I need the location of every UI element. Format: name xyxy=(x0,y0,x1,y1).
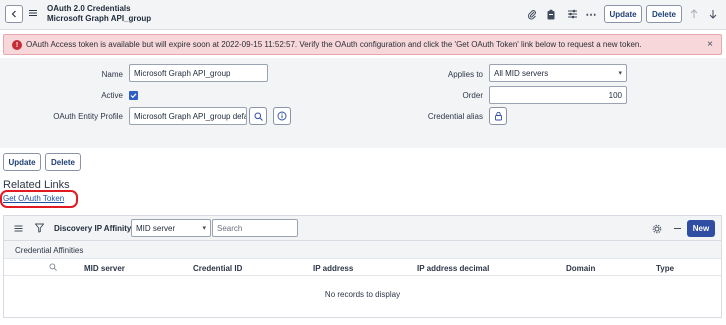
clipboard-icon[interactable] xyxy=(545,8,557,20)
credential-form: Name Microsoft Graph API_group Active OA… xyxy=(0,58,726,171)
order-label: Order xyxy=(462,91,483,100)
column-ip-address[interactable]: IP address xyxy=(313,264,353,273)
record-name-title: Microsoft Graph API_group xyxy=(47,14,152,23)
credential-alias-label: Credential alias xyxy=(427,112,483,121)
oauth-entity-profile-label: OAuth Entity Profile xyxy=(53,112,123,121)
credential-alias-button[interactable] xyxy=(489,107,507,125)
column-header-row: MID server Credential ID IP address IP a… xyxy=(4,258,721,276)
column-type[interactable]: Type xyxy=(656,264,674,273)
more-icon[interactable]: ⋯ xyxy=(585,8,597,21)
name-label: Name xyxy=(101,70,123,79)
empty-list-message: No records to display xyxy=(324,290,401,299)
name-input[interactable]: Microsoft Graph API_group xyxy=(129,64,268,82)
back-button[interactable] xyxy=(5,5,23,23)
paperclip-icon[interactable] xyxy=(526,8,538,20)
alert-message: OAuth Access token is available but will… xyxy=(26,40,642,49)
search-field-select[interactable]: MID server ▾ xyxy=(131,219,211,237)
bottom-update-button[interactable]: Update xyxy=(3,153,41,171)
hamburger-menu-icon[interactable] xyxy=(28,8,38,18)
form-header: OAuth 2.0 Credentials Microsoft Graph AP… xyxy=(0,0,726,30)
sliders-icon[interactable] xyxy=(566,8,578,20)
close-icon[interactable]: × xyxy=(707,39,713,50)
column-credential-id[interactable]: Credential ID xyxy=(193,264,242,273)
applies-to-value: All MID servers xyxy=(494,69,549,78)
get-oauth-token-link[interactable]: Get OAuth Token xyxy=(3,194,64,203)
applies-to-select[interactable]: All MID servers ▾ xyxy=(489,64,627,82)
error-icon: ! xyxy=(12,40,22,50)
record-type-title: OAuth 2.0 Credentials xyxy=(47,4,131,13)
gear-icon[interactable] xyxy=(652,224,662,234)
order-input[interactable]: 100 xyxy=(489,86,627,104)
lock-icon xyxy=(494,111,502,121)
arrow-down-icon[interactable] xyxy=(707,8,719,20)
token-expiry-alert: ! OAuth Access token is available but wi… xyxy=(3,34,722,55)
arrow-up-icon[interactable] xyxy=(688,8,700,20)
hamburger-menu-icon[interactable] xyxy=(14,224,23,233)
column-ip-address-decimal[interactable]: IP address decimal xyxy=(417,264,489,273)
column-mid-server[interactable]: MID server xyxy=(84,264,125,273)
search-icon[interactable] xyxy=(49,263,57,271)
applies-to-label: Applies to xyxy=(447,70,483,79)
delete-button[interactable]: Delete xyxy=(646,5,682,23)
new-button[interactable]: New xyxy=(687,220,715,237)
list-header: Discovery IP Affinity MID server ▾ Searc… xyxy=(4,216,721,241)
list-title: Discovery IP Affinity xyxy=(54,224,132,233)
filter-icon[interactable] xyxy=(35,223,44,233)
info-icon xyxy=(277,111,287,121)
active-checkbox[interactable] xyxy=(129,91,138,100)
search-icon xyxy=(254,112,263,121)
reference-lookup-button[interactable] xyxy=(249,107,267,125)
search-input[interactable]: Search xyxy=(212,219,298,237)
column-domain[interactable]: Domain xyxy=(566,264,595,273)
active-label: Active xyxy=(101,91,123,100)
checkmark-icon xyxy=(130,93,137,99)
search-field-value: MID server xyxy=(136,224,176,233)
list-subtitle: Credential Affinities xyxy=(15,246,84,255)
bottom-delete-button[interactable]: Delete xyxy=(45,153,81,171)
discovery-ip-affinity-list: Discovery IP Affinity MID server ▾ Searc… xyxy=(3,215,722,318)
minus-icon[interactable] xyxy=(673,224,682,233)
chevron-left-icon xyxy=(11,10,16,18)
oauth-entity-profile-input[interactable]: Microsoft Graph API_group defa xyxy=(129,107,247,125)
update-button[interactable]: Update xyxy=(604,5,642,23)
list-subtitle-bar: Credential Affinities xyxy=(4,241,721,258)
chevron-down-icon: ▾ xyxy=(202,225,206,232)
chevron-down-icon: ▾ xyxy=(618,70,622,77)
reference-info-button[interactable] xyxy=(273,107,291,125)
